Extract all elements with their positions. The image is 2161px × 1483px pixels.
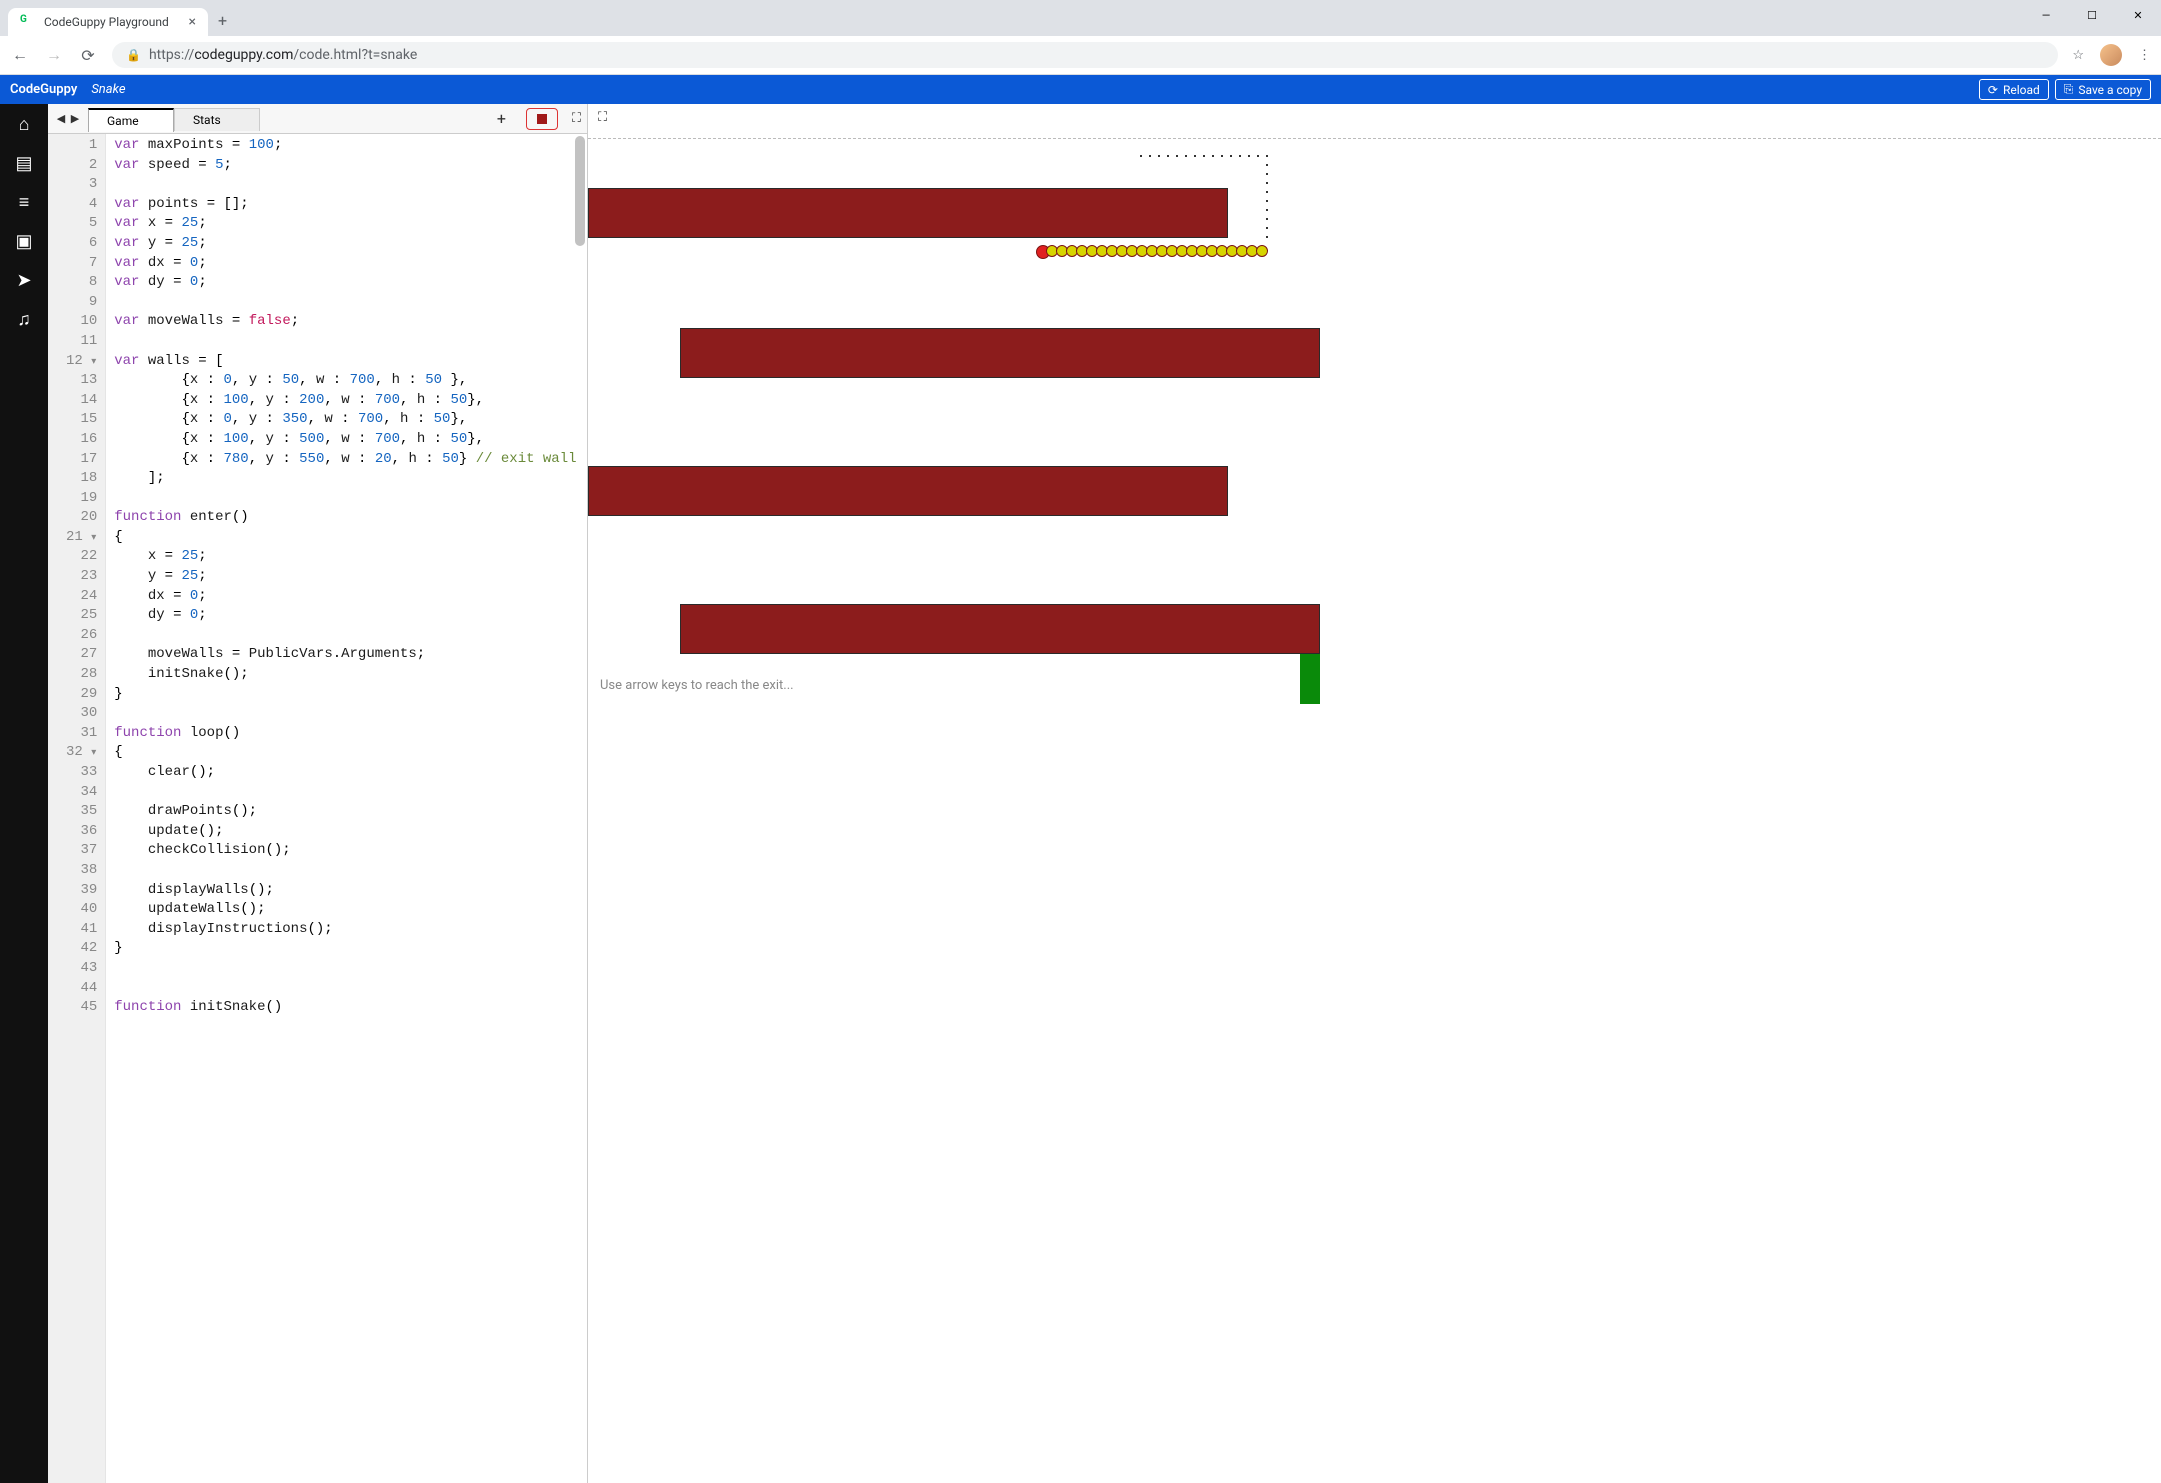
url-host: codeguppy.com [194,47,293,63]
scrollbar-thumb[interactable] [575,136,585,246]
reload-button[interactable]: ⟳ [78,46,98,65]
star-icon[interactable]: ☆ [2072,48,2084,63]
stop-square-icon [537,114,547,124]
app-header: CodeGuppy Snake ⟳ Reload ⎘ Save a copy [0,75,2161,104]
project-name: Snake [91,82,125,97]
boundary-top [588,138,2161,139]
tab-stats[interactable]: Stats [174,108,260,131]
brand-label: CodeGuppy [10,82,77,97]
lock-icon: 🔒 [126,48,141,62]
tab-close-icon[interactable]: × [189,14,196,30]
rocket-icon[interactable]: ➤ [16,270,31,291]
forward-button[interactable]: → [44,45,64,65]
image-icon[interactable]: ▣ [15,231,32,252]
music-icon[interactable]: ♫ [17,309,31,330]
book-icon[interactable]: ▤ [15,153,32,174]
reload-project-button[interactable]: ⟳ Reload [1979,79,2049,100]
window-maximize-button[interactable]: ☐ [2069,0,2115,30]
code-editor[interactable]: 123456789101112 ▾131415161718192021 ▾222… [48,134,587,1483]
reload-label: Reload [2003,83,2040,97]
wall [588,466,1228,516]
save-copy-button[interactable]: ⎘ Save a copy [2055,79,2151,100]
game-canvas[interactable]: Use arrow keys to reach the exit... [588,138,2161,1483]
home-icon[interactable]: ⌂ [19,114,30,135]
tab-next-icon[interactable]: ▶ [68,112,82,125]
add-tab-button[interactable]: + [485,109,518,128]
line-gutter: 123456789101112 ▾131415161718192021 ▾222… [48,134,106,1483]
wall [680,604,1320,654]
game-instruction: Use arrow keys to reach the exit... [600,678,794,693]
code-content[interactable]: var maxPoints = 100;var speed = 5;var po… [106,134,584,1483]
browser-tab[interactable]: G CodeGuppy Playground × [8,8,208,36]
profile-avatar[interactable] [2100,44,2122,66]
address-bar[interactable]: 🔒 https://codeguppy.com/code.html?t=snak… [112,42,2058,68]
fullscreen-preview-icon[interactable]: ⛶ [598,110,607,125]
url-scheme: https:// [149,47,194,63]
reload-icon: ⟳ [1988,83,1998,97]
save-copy-label: Save a copy [2078,83,2142,97]
tab-game[interactable]: Game [88,108,174,132]
new-tab-button[interactable]: + [208,5,237,36]
fullscreen-editor-icon[interactable]: ⛶ [566,111,587,126]
preview-pane: ⛶ Use arrow keys to reach the exit... [588,104,2161,1483]
exit-wall [1300,654,1320,704]
save-icon: ⎘ [2064,82,2074,97]
snake-segment [1256,245,1268,257]
tab-prev-icon[interactable]: ◀ [54,112,68,125]
stop-button[interactable] [526,108,558,130]
tab-title: CodeGuppy Playground [44,15,169,29]
window-minimize-button[interactable]: — [2023,0,2069,30]
url-path: /code.html?t=snake [293,47,417,63]
window-close-button[interactable]: ✕ [2115,0,2161,30]
wall [680,328,1320,378]
back-button[interactable]: ← [10,45,30,65]
menu-icon[interactable]: ≡ [19,192,30,213]
favicon-icon: G [20,14,36,30]
editor-pane: ◀ ▶ Game Stats + ⛶ 123456789101112 ▾1314… [48,104,588,1483]
wall [588,188,1228,238]
browser-menu-icon[interactable]: ⋮ [2138,48,2151,63]
left-rail: ⌂ ▤ ≡ ▣ ➤ ♫ [0,104,48,1483]
